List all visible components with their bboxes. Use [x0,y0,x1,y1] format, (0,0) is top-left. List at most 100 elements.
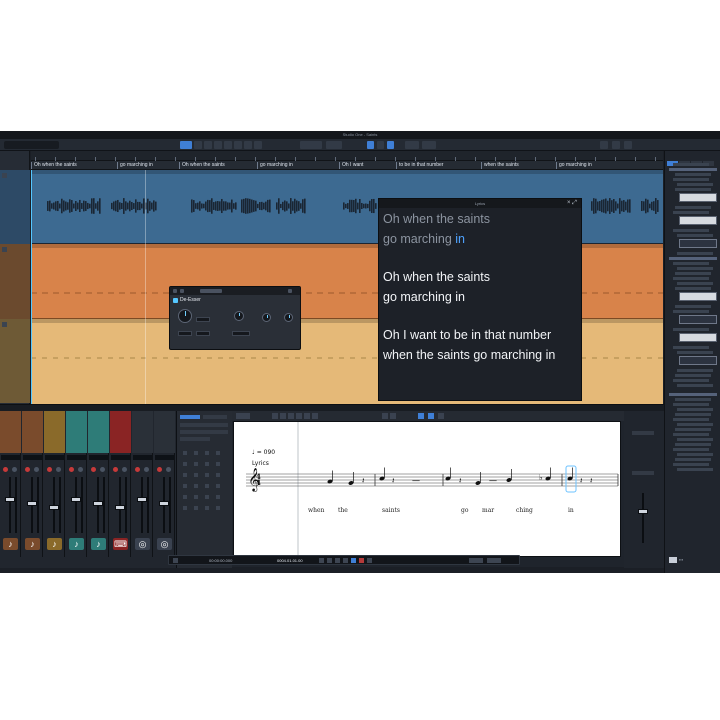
master-fader[interactable] [638,509,648,514]
timebase-select[interactable] [405,141,419,149]
channel-insert-area[interactable] [22,411,43,453]
channel-name[interactable] [67,455,86,460]
lyric-chip[interactable]: Oh when the saints [31,162,77,169]
channel-fader[interactable] [27,501,37,506]
score-editor[interactable]: 𝄞 4 4 ♩ = 090 Lyrics ♭ 𝄽 𝄽 — 𝄽 — 𝄽 𝄽 when the saints go m… [233,421,621,557]
note-value-button[interactable] [216,506,220,510]
channel-name[interactable] [111,455,130,460]
close-icon[interactable] [288,289,292,293]
note-value-button[interactable] [205,451,209,455]
browser-item[interactable] [675,413,711,416]
monitor-button[interactable] [144,467,149,472]
lyrics-display-window[interactable]: Lyrics × ⤢ Oh when the saints go marchin… [378,198,582,401]
channel-fader[interactable] [5,497,15,502]
channel-insert-area[interactable] [110,411,131,453]
channel-name[interactable] [23,455,42,460]
paint-tool-button[interactable] [224,141,232,149]
note-tool-button[interactable] [296,413,302,419]
browser-item[interactable] [675,443,711,446]
timeline-ruler[interactable] [31,151,663,161]
browser-folder[interactable] [669,393,717,396]
browser-item[interactable] [673,328,709,331]
note-value-button[interactable] [194,451,198,455]
channel-insert-area[interactable] [132,411,153,453]
score-view-select[interactable] [236,413,250,419]
track-header-orange[interactable] [0,244,30,319]
browser-item[interactable] [675,374,711,377]
eraser-tool-button[interactable] [214,141,222,149]
browser-item[interactable] [677,423,713,426]
edit-view-button[interactable] [600,141,608,149]
preset-thumbnail[interactable] [679,292,717,301]
lyric-chip[interactable]: go marching in [257,162,293,169]
mix-view-button[interactable] [612,141,620,149]
note-tool-button[interactable] [280,413,286,419]
browser-item[interactable] [673,403,709,406]
power-icon[interactable] [173,289,177,293]
record-button[interactable] [359,558,364,563]
return-to-zero-button[interactable] [319,558,324,563]
browser-item[interactable] [677,453,713,456]
range-tool-button[interactable] [194,141,202,149]
preset-thumbnail[interactable] [679,315,717,324]
play-button[interactable] [351,558,356,563]
note-value-button[interactable] [216,495,220,499]
browser-item[interactable] [673,346,709,349]
preset-select[interactable] [200,289,222,293]
range-knob[interactable] [262,313,271,322]
bend-tool-button[interactable] [244,141,252,149]
monitor-button[interactable] [56,467,61,472]
browser-item[interactable] [677,252,713,255]
loop-button[interactable] [367,558,372,563]
browser-item[interactable] [673,448,709,451]
note-value-button[interactable] [205,495,209,499]
browser-folder[interactable] [669,257,717,260]
browser-item[interactable] [677,234,713,237]
tie-button[interactable] [382,413,388,419]
output-knob[interactable] [284,313,293,322]
record-arm-button[interactable] [25,467,30,472]
preset-thumbnail[interactable] [679,193,717,202]
inspector-field[interactable] [180,423,228,427]
browser-item[interactable] [675,173,711,176]
preset-thumbnail[interactable] [679,216,717,225]
note-value-button[interactable] [194,484,198,488]
channel-insert-area[interactable] [88,411,109,453]
loop-icon[interactable] [173,558,178,563]
note-tool-button[interactable] [288,413,294,419]
channel-fader[interactable] [71,497,81,502]
channel-fader[interactable] [159,501,169,506]
browser-item[interactable] [673,262,709,265]
tempo-select[interactable] [422,141,436,149]
browser-item[interactable] [675,398,711,401]
monitor-button[interactable] [166,467,171,472]
de-esser-plugin-window[interactable]: De-Esser [169,286,301,350]
note-tool-button[interactable] [304,413,310,419]
snap-toggle-button[interactable] [367,141,374,149]
note-value-button[interactable] [205,473,209,477]
browser-item[interactable] [673,229,709,232]
inspector-field[interactable] [180,430,228,434]
browser-item[interactable] [673,163,709,166]
browser-item[interactable] [675,188,711,191]
right-strip-field[interactable] [632,431,654,435]
note-value-button[interactable] [183,506,187,510]
monitor-button[interactable] [12,467,17,472]
browser-folder[interactable] [669,168,717,171]
channel-name[interactable] [45,455,64,460]
stop-button[interactable] [343,558,348,563]
browser-item[interactable] [673,211,709,214]
note-value-button[interactable] [216,451,220,455]
browser-item[interactable] [675,206,711,209]
note-value-button[interactable] [194,462,198,466]
lyric-chip[interactable]: go marching in [556,162,592,169]
cloud-folder-item[interactable]: ▪▪▪ [669,551,717,563]
note-value-button[interactable] [183,495,187,499]
browser-item[interactable] [677,282,713,285]
mute-tool-button[interactable] [234,141,242,149]
listen-tool-button[interactable] [254,141,262,149]
browser-item[interactable] [677,351,713,354]
note-value-button[interactable] [216,484,220,488]
note-value-button[interactable] [183,484,187,488]
note-value-button[interactable] [194,473,198,477]
